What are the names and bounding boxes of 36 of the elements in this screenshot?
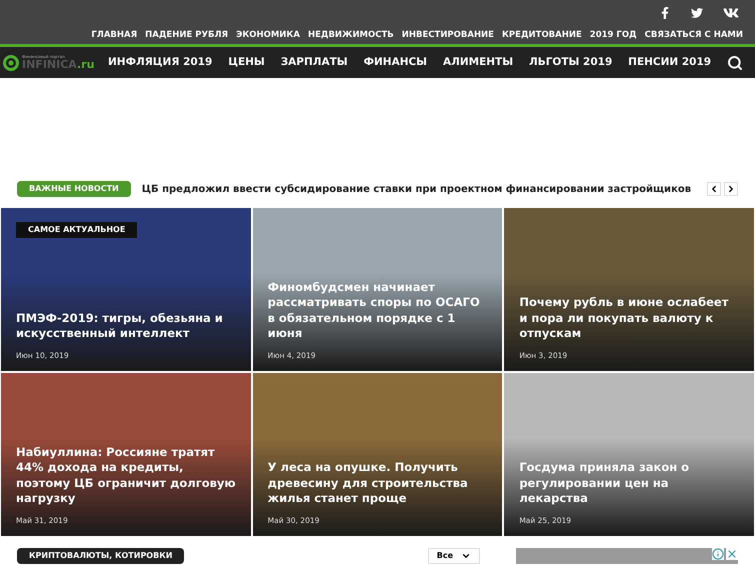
top-menu-link[interactable]: ИНВЕСТИРОВАНИЕ <box>402 29 494 42</box>
top-menu-link[interactable]: КРЕДИТОВАНИЕ <box>502 29 582 42</box>
main-menu-link[interactable]: ПЕНСИИ 2019 <box>628 54 712 70</box>
card-title: Финомбудсмен начинает рассматривать споры по ОСАГО в обязательном порядке с 1 июня <box>268 280 481 342</box>
logo-ring-icon <box>2 54 20 72</box>
main-menu-link[interactable]: ИНФЛЯЦИЯ 2019 <box>108 54 212 70</box>
next-button[interactable] <box>724 182 738 196</box>
main-menu-link[interactable]: ЛЬГОТЫ 2019 <box>528 54 612 70</box>
card-title: Госдума приняла закон о регулировании цен на лекарства <box>519 460 690 507</box>
card-title: У леса на опушке. Получить древесину для строительства жилья станет проще <box>268 460 469 507</box>
twitter-icon[interactable] <box>691 7 703 19</box>
card-title: Набиуллина: Россияне тратят 44% дохода на кредиты, поэтому ЦБ ограничит долговую нагрузку <box>16 444 236 507</box>
card-title: Почему рубль в июне ослабеет и пора ли покупать валюту к отпускам <box>519 295 730 342</box>
info-icon[interactable] <box>712 548 724 560</box>
facebook-icon[interactable] <box>659 7 671 19</box>
main-menu-link[interactable]: ФИНАНСЫ <box>364 54 428 70</box>
card-badge: САМОЕ АКТУАЛЬНОЕ <box>16 222 138 238</box>
chevron-right-icon <box>726 184 736 194</box>
top-menu-link[interactable]: СВЯЗАТЬСЯ С НАМИ <box>644 29 743 42</box>
section-badge: КРИПТОВАЛЮТЫ, КОТИРОВКИ <box>17 548 184 564</box>
news-badge: ВАЖНЫЕ НОВОСТИ <box>17 181 131 197</box>
top-menu-link[interactable]: 2019 ГОД <box>590 29 637 42</box>
top-menu-link[interactable]: НЕДВИЖИМОСТЬ <box>308 29 394 42</box>
chevron-down-icon <box>461 551 471 561</box>
main-menu-link[interactable]: ЗАРПЛАТЫ <box>280 54 348 70</box>
main-menu-link[interactable]: АЛИМЕНТЫ <box>442 54 514 70</box>
top-menu-link[interactable]: ПАДЕНИЕ РУБЛЯ <box>145 29 228 42</box>
prev-button[interactable] <box>707 182 721 196</box>
top-menu-link[interactable]: ЭКОНОМИКА <box>236 29 300 42</box>
card-title: ПМЭФ-2019: тигры, обезьяна и искусственный интеллект <box>16 310 224 342</box>
main-menu-link[interactable]: ЦЕНЫ <box>228 54 265 70</box>
filter-dropdown[interactable]: Все <box>428 548 480 564</box>
ticker-headline[interactable]: ЦБ предложил ввести субсидирование ставки при проектном финансировании застройщиков <box>142 182 696 196</box>
search-icon[interactable] <box>726 54 743 70</box>
top-menu-link[interactable]: ГЛАВНАЯ <box>91 29 138 42</box>
chevron-left-icon <box>709 184 719 194</box>
